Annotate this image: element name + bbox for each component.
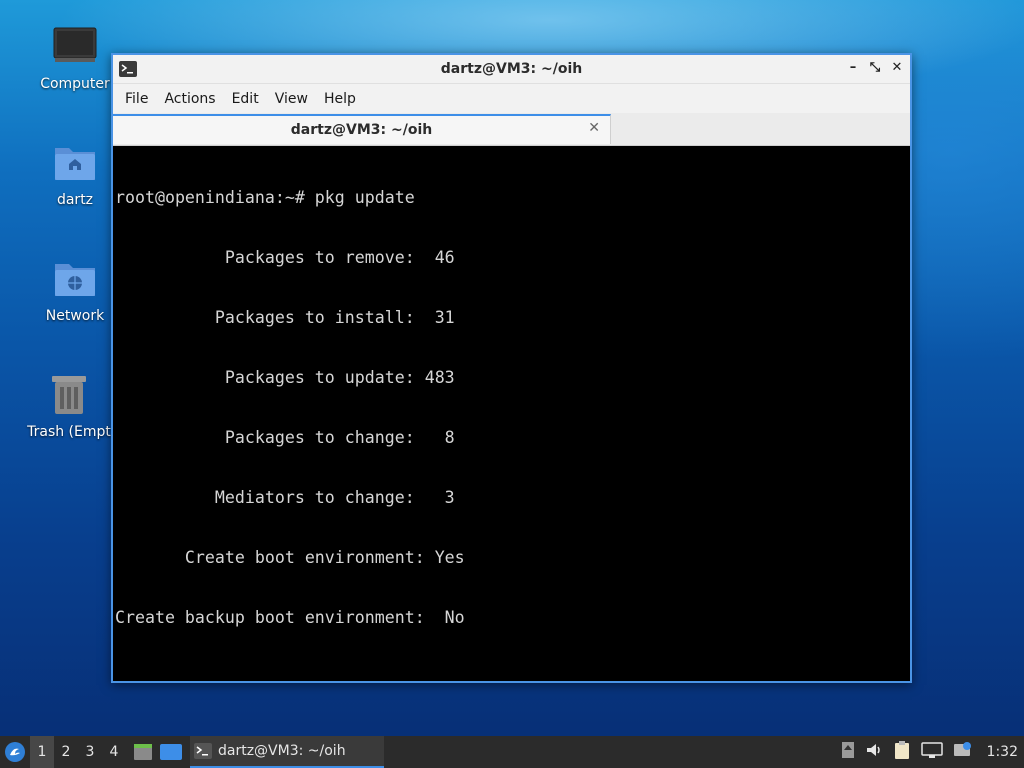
menu-help[interactable]: Help: [316, 91, 364, 107]
notification-icon[interactable]: [953, 741, 973, 763]
menu-actions[interactable]: Actions: [156, 91, 223, 107]
terminal-line: Create boot environment: Yes: [115, 548, 465, 567]
menu-view[interactable]: View: [267, 91, 316, 107]
tab-title: dartz@VM3: ~/oih: [290, 122, 433, 138]
terminal-icon: [194, 743, 212, 759]
taskbar: 1 2 3 4 dartz@VM3: ~/oih 1:32: [0, 736, 1024, 768]
terminal-window: dartz@VM3: ~/oih – ⤡ ✕ File Actions Edit…: [111, 53, 912, 683]
terminal-output[interactable]: root@openindiana:~# pkg update Packages …: [113, 146, 910, 681]
computer-icon: [52, 24, 98, 70]
show-desktop-icon[interactable]: [160, 741, 182, 763]
tab-close-icon[interactable]: ✕: [588, 120, 600, 136]
system-tray: 1:32: [841, 736, 1024, 768]
clock[interactable]: 1:32: [987, 744, 1018, 760]
tab-bar: dartz@VM3: ~/oih ✕: [113, 113, 910, 146]
window-title: dartz@VM3: ~/oih: [440, 61, 583, 77]
terminal-line: Packages to install: 31: [115, 308, 455, 327]
window-titlebar[interactable]: dartz@VM3: ~/oih – ⤡ ✕: [113, 55, 910, 83]
minimize-button[interactable]: –: [846, 60, 860, 76]
terminal-line: Mediators to change: 3: [115, 488, 455, 507]
start-menu-button[interactable]: [0, 736, 30, 768]
terminal-line: Packages to change: 8: [115, 428, 455, 447]
taskbar-task-terminal[interactable]: dartz@VM3: ~/oih: [190, 736, 384, 768]
menubar: File Actions Edit View Help: [113, 83, 910, 113]
taskbar-task-label: dartz@VM3: ~/oih: [218, 743, 346, 759]
terminal-line-empty: [115, 668, 908, 681]
terminal-line: Packages to update: 483: [115, 368, 455, 387]
workspace-3[interactable]: 3: [78, 736, 102, 768]
workspace-1[interactable]: 1: [30, 736, 54, 768]
file-manager-launcher-icon[interactable]: [132, 741, 154, 763]
menu-edit[interactable]: Edit: [224, 91, 267, 107]
menu-file[interactable]: File: [117, 91, 156, 107]
terminal-tab[interactable]: dartz@VM3: ~/oih ✕: [113, 114, 611, 144]
trash-icon: [46, 372, 92, 418]
terminal-line: root@openindiana:~# pkg update: [115, 188, 415, 207]
desktop-icon-trash[interactable]: Trash (Empt: [14, 372, 124, 440]
terminal-icon: [119, 61, 137, 81]
maximize-button[interactable]: ⤡: [868, 60, 882, 76]
terminal-line: Packages to remove: 46: [115, 248, 455, 267]
close-button[interactable]: ✕: [890, 60, 904, 76]
volume-icon[interactable]: [865, 741, 883, 763]
network-folder-icon: [52, 256, 98, 302]
clipboard-icon[interactable]: [893, 740, 911, 764]
openindiana-logo-icon: [5, 742, 25, 762]
updates-icon[interactable]: [841, 741, 855, 763]
network-connection-icon[interactable]: [920, 741, 943, 763]
desktop-icon-label: Trash (Empt: [27, 424, 111, 440]
terminal-line: Create backup boot environment: No: [115, 608, 465, 627]
workspace-2[interactable]: 2: [54, 736, 78, 768]
home-folder-icon: [52, 140, 98, 186]
workspace-4[interactable]: 4: [102, 736, 126, 768]
